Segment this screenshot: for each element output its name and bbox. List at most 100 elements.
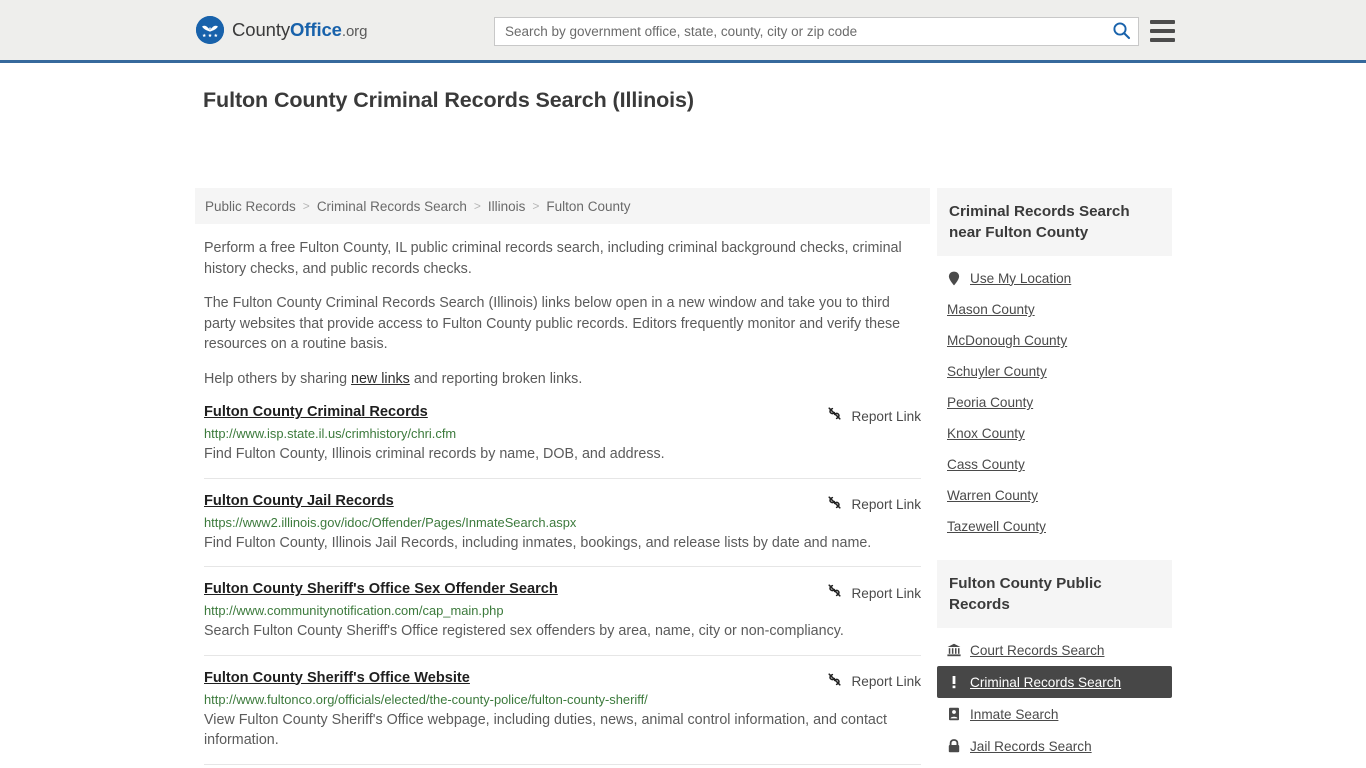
results-list: Fulton County Criminal Records http://ww… (195, 403, 930, 765)
report-link-label: Report Link (851, 408, 921, 424)
report-link-label: Report Link (851, 497, 921, 512)
sidebar-item-cass-county[interactable]: Cass County (937, 449, 1172, 480)
sidebar-item-label: Use My Location (970, 270, 1072, 286)
result-url: http://www.communitynotification.com/cap… (204, 603, 504, 618)
intro-text: Perform a free Fulton County, IL public … (195, 224, 930, 389)
logo-word-org: .org (341, 23, 368, 40)
sidebar-item-mcdonough-county[interactable]: McDonough County (937, 325, 1172, 356)
sidebar-item-label: Warren County (947, 488, 1038, 503)
result-item: Fulton County Jail Records https://www2.… (204, 492, 921, 567)
sidebar-item-schuyler-county[interactable]: Schuyler County (937, 356, 1172, 387)
result-item: Fulton County Criminal Records http://ww… (204, 403, 921, 479)
report-link-label: Report Link (851, 585, 921, 601)
breadcrumb-item-fulton-county: Fulton County (546, 198, 631, 214)
sidebar-item-label: Cass County (947, 457, 1025, 472)
broken-link-icon (826, 582, 843, 604)
breadcrumb-item-criminal-records-search[interactable]: Criminal Records Search (317, 199, 467, 214)
broken-link-icon (826, 494, 843, 516)
courthouse-icon (947, 642, 961, 658)
breadcrumb-item-illinois[interactable]: Illinois (488, 199, 526, 214)
nearby-counties-heading: Criminal Records Search near Fulton Coun… (937, 188, 1172, 256)
sidebar-item-jail-records-search[interactable]: Jail Records Search (937, 730, 1172, 762)
intro-paragraph-3: Help others by sharing new links and rep… (204, 369, 921, 390)
result-title-link[interactable]: Fulton County Jail Records (204, 493, 394, 509)
sidebar-item-police-records-search[interactable]: Police Records Search (937, 762, 1172, 768)
search-bar[interactable] (494, 17, 1139, 46)
result-item: Fulton County Sheriff's Office Sex Offen… (204, 580, 921, 656)
hamburger-bar (1150, 29, 1175, 33)
page-title: Fulton County Criminal Records Search (I… (203, 88, 694, 112)
sidebar-item-label: Peoria County (947, 395, 1034, 410)
new-links-link[interactable]: new links (351, 371, 410, 387)
breadcrumb-separator: > (302, 199, 310, 213)
site-logo-text: CountyOffice.org (232, 19, 367, 41)
sidebar-item-label: Mason County (947, 302, 1035, 317)
breadcrumb: Public Records > Criminal Records Search… (195, 188, 930, 224)
main-content: Public Records > Criminal Records Search… (195, 188, 930, 768)
sidebar-item-criminal-records-search[interactable]: Criminal Records Search (937, 666, 1172, 698)
sidebar-item-inmate-search[interactable]: Inmate Search (937, 698, 1172, 730)
sidebar-item-label: Schuyler County (947, 364, 1047, 379)
id-badge-icon (947, 706, 961, 722)
result-url: http://www.isp.state.il.us/crimhistory/c… (204, 426, 457, 441)
result-title-link[interactable]: Fulton County Criminal Records (204, 404, 428, 420)
breadcrumb-separator: > (532, 199, 540, 213)
result-title-link[interactable]: Fulton County Sheriff's Office Sex Offen… (204, 581, 558, 597)
report-link-label: Report Link (851, 674, 921, 689)
sidebar-item-label: Jail Records Search (970, 738, 1092, 754)
sidebar-item-peoria-county[interactable]: Peoria County (937, 387, 1172, 418)
nearby-counties-panel: Criminal Records Search near Fulton Coun… (937, 188, 1172, 542)
intro-paragraph-1: Perform a free Fulton County, IL public … (204, 240, 902, 277)
report-link-button[interactable]: Report Link (826, 671, 921, 693)
intro-p3-after: and reporting broken links. (409, 370, 583, 387)
sidebar-item-label: Court Records Search (970, 642, 1105, 658)
hamburger-menu-icon[interactable] (1150, 20, 1175, 42)
search-icon (1112, 21, 1131, 43)
sidebar-item-tazewell-county[interactable]: Tazewell County (937, 511, 1172, 542)
sidebar-item-knox-county[interactable]: Knox County (937, 418, 1172, 449)
logo-word-office: Office (290, 19, 342, 40)
result-item: Fulton County Sheriff's Office Website h… (204, 669, 921, 765)
public-records-list: Court Records Search Criminal Records Se… (937, 628, 1172, 768)
map-pin-icon (947, 270, 961, 286)
result-title-link[interactable]: Fulton County Sheriff's Office Website (204, 670, 470, 686)
result-description: Find Fulton County, Illinois criminal re… (204, 446, 665, 462)
public-records-panel: Fulton County Public Records Court Recor… (937, 560, 1172, 768)
report-link-button[interactable]: Report Link (826, 405, 921, 427)
sidebar-item-label: Criminal Records Search (970, 674, 1122, 690)
site-header: CountyOffice.org (0, 0, 1366, 63)
padlock-icon (947, 738, 961, 754)
broken-link-icon (826, 405, 843, 427)
result-url: http://www.fultonco.org/officials/electe… (204, 691, 648, 707)
search-button[interactable] (1104, 18, 1138, 45)
hamburger-bar (1150, 20, 1175, 24)
result-description: Search Fulton County Sheriff's Office re… (204, 623, 844, 639)
exclamation-icon (947, 674, 961, 690)
report-link-button[interactable]: Report Link (826, 582, 921, 604)
sidebar-item-label: Knox County (947, 426, 1025, 441)
nearby-counties-list: Use My Location Mason County McDonough C… (937, 256, 1172, 542)
search-input[interactable] (495, 18, 1104, 45)
intro-p3-before: Help others by sharing (204, 370, 352, 387)
sidebar-item-label: McDonough County (947, 333, 1068, 348)
breadcrumb-item-public-records[interactable]: Public Records (205, 199, 296, 214)
result-url: https://www2.illinois.gov/idoc/Offender/… (204, 514, 577, 530)
public-records-heading: Fulton County Public Records (937, 560, 1172, 628)
report-link-button[interactable]: Report Link (826, 494, 921, 516)
eagle-stars-seal-icon (196, 16, 224, 44)
result-description: Find Fulton County, Illinois Jail Record… (204, 534, 872, 551)
broken-link-icon (826, 671, 843, 693)
sidebar-item-warren-county[interactable]: Warren County (937, 480, 1172, 511)
sidebar-item-use-my-location[interactable]: Use My Location (937, 262, 1172, 294)
result-description: View Fulton County Sheriff's Office webp… (204, 711, 888, 749)
site-logo[interactable]: CountyOffice.org (196, 16, 367, 44)
sidebar-item-label: Inmate Search (970, 706, 1059, 722)
sidebar-item-label: Tazewell County (947, 519, 1046, 534)
logo-word-county: County (232, 19, 291, 40)
hamburger-bar (1150, 38, 1175, 42)
breadcrumb-separator: > (473, 199, 481, 213)
sidebar-item-court-records-search[interactable]: Court Records Search (937, 634, 1172, 666)
sidebar-item-mason-county[interactable]: Mason County (937, 294, 1172, 325)
sidebar: Criminal Records Search near Fulton Coun… (937, 188, 1172, 768)
intro-paragraph-2: The Fulton County Criminal Records Searc… (204, 295, 901, 352)
